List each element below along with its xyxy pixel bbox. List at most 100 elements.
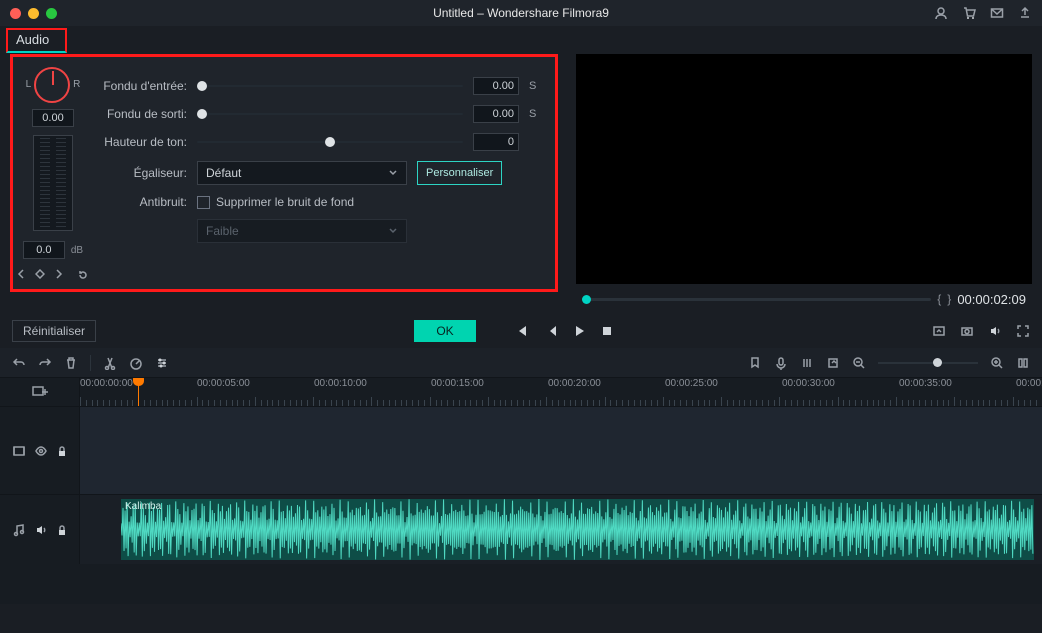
reset-button[interactable]: Réinitialiser (12, 320, 96, 342)
adjust-icon[interactable] (155, 356, 169, 370)
keyframe-next-icon[interactable] (53, 269, 63, 279)
split-icon[interactable] (103, 356, 117, 370)
lock-icon[interactable] (56, 445, 68, 457)
timeline-toolbar (0, 348, 1042, 378)
pan-left-label: L (26, 79, 32, 90)
fadeout-value[interactable] (473, 105, 519, 123)
marker-icon[interactable] (748, 356, 762, 370)
chevron-down-icon (388, 168, 398, 178)
playhead[interactable] (138, 378, 139, 406)
delete-icon[interactable] (64, 356, 78, 370)
ruler-label: 00:00:05:00 (197, 378, 250, 389)
add-track-button[interactable] (0, 378, 80, 406)
video-track (0, 406, 1042, 494)
chevron-down-icon (388, 226, 398, 236)
ok-button[interactable]: OK (414, 320, 475, 342)
audio-properties-panel: L R 0.00 0.0 dB Fond (10, 54, 558, 292)
eq-value: Défaut (206, 166, 241, 180)
titlebar: Untitled – Wondershare Filmora9 (0, 0, 1042, 26)
audio-controls: Fondu d'entrée: S Fondu de sorti: S Haut… (85, 65, 547, 281)
maximize-window-button[interactable] (46, 8, 57, 19)
denoise-level-select: Faible (197, 219, 407, 243)
fadein-value[interactable] (473, 77, 519, 95)
fadein-label: Fondu d'entrée: (89, 79, 187, 93)
preview-scrubber-row: { } 00:00:02:09 (576, 284, 1032, 314)
preview-timecode: 00:00:02:09 (957, 292, 1026, 307)
tab-audio[interactable]: Audio (6, 28, 67, 53)
visibility-icon[interactable] (34, 444, 48, 458)
gain-value[interactable]: 0.0 (23, 241, 65, 259)
redo-icon[interactable] (38, 356, 52, 370)
zoom-slider[interactable] (878, 362, 978, 364)
timeline-ruler[interactable]: 00:00:00:0000:00:05:0000:00:10:0000:00:1… (80, 378, 1042, 406)
audio-clip[interactable]: Kalimba (121, 499, 1034, 560)
video-lane[interactable] (80, 407, 1042, 494)
eq-label: Égaliseur: (89, 166, 187, 180)
fadeout-unit: S (529, 108, 537, 120)
fadeout-slider[interactable] (197, 113, 463, 115)
pitch-value[interactable] (473, 133, 519, 151)
zoom-out-icon[interactable] (852, 356, 866, 370)
ruler-label: 00:00:20:00 (548, 378, 601, 389)
camera-icon[interactable] (960, 324, 974, 338)
audio-lane[interactable]: Kalimba (80, 495, 1042, 564)
minimize-window-button[interactable] (28, 8, 39, 19)
fadein-unit: S (529, 80, 537, 92)
fullscreen-icon[interactable] (1016, 324, 1030, 338)
close-window-button[interactable] (10, 8, 21, 19)
window-title: Untitled – Wondershare Filmora9 (433, 6, 609, 20)
step-back-icon[interactable] (544, 324, 558, 338)
checkbox-icon (197, 196, 210, 209)
pitch-label: Hauteur de ton: (89, 135, 187, 149)
preview-video[interactable] (576, 54, 1032, 284)
timeline: 00:00:00:0000:00:05:0000:00:10:0000:00:1… (0, 378, 1042, 604)
pan-value[interactable]: 0.00 (32, 109, 74, 127)
prev-frame-icon[interactable] (516, 324, 530, 338)
play-icon[interactable] (572, 324, 586, 338)
mark-out-icon[interactable]: } (947, 292, 951, 306)
mail-icon[interactable] (990, 6, 1004, 20)
preview-scrubber[interactable] (582, 298, 931, 301)
ruler-label: 00:00:10:00 (314, 378, 367, 389)
denoise-level-value: Faible (206, 224, 239, 238)
undo-icon[interactable] (12, 356, 26, 370)
vu-meter (33, 135, 73, 231)
pan-right-label: R (73, 79, 80, 90)
denoise-label: Antibruit: (89, 195, 187, 209)
ruler-label: 00:00:30:00 (782, 378, 835, 389)
waveform (121, 499, 1034, 560)
denoise-checkbox[interactable]: Supprimer le bruit de fond (197, 195, 354, 209)
audio-track: Kalimba (0, 494, 1042, 564)
record-vo-icon[interactable] (774, 356, 788, 370)
traffic-lights (10, 8, 57, 19)
mark-in-icon[interactable]: { (937, 292, 941, 306)
transport-controls (516, 324, 614, 338)
timeline-settings-icon[interactable] (1016, 356, 1030, 370)
customize-button[interactable]: Personnaliser (417, 161, 502, 185)
mute-icon[interactable] (34, 523, 48, 537)
zoom-in-icon[interactable] (990, 356, 1004, 370)
stop-icon[interactable] (600, 324, 614, 338)
keyframe-add-icon[interactable] (35, 269, 45, 279)
fadein-slider[interactable] (197, 85, 463, 87)
timeline-empty-area (0, 564, 1042, 604)
video-track-icon (12, 444, 26, 458)
user-icon[interactable] (934, 6, 948, 20)
preview-panel: { } 00:00:02:09 (576, 54, 1032, 314)
speed-icon[interactable] (129, 356, 143, 370)
cart-icon[interactable] (962, 6, 976, 20)
tab-bar: Audio (0, 26, 1042, 50)
ruler-label: 00:00:00:00 (80, 378, 133, 389)
audio-mixer-icon[interactable] (800, 356, 814, 370)
crop-icon[interactable] (826, 356, 840, 370)
pitch-slider[interactable] (197, 141, 463, 143)
volume-icon[interactable] (988, 324, 1002, 338)
export-icon[interactable] (1018, 6, 1032, 20)
lock-icon[interactable] (56, 524, 68, 536)
pan-dial[interactable] (34, 67, 70, 103)
keyframe-prev-icon[interactable] (17, 269, 27, 279)
gain-unit: dB (71, 245, 83, 256)
snapshot-export-icon[interactable] (932, 324, 946, 338)
eq-select[interactable]: Défaut (197, 161, 407, 185)
fadeout-label: Fondu de sorti: (89, 107, 187, 121)
